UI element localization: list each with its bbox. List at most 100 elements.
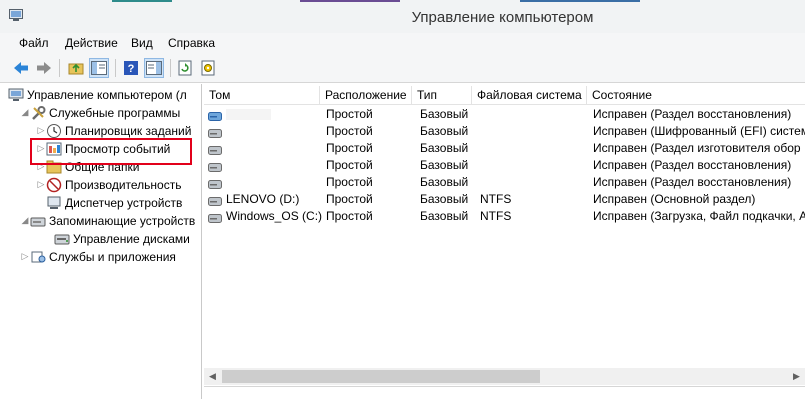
tree-item-label: Управление дисками (73, 231, 190, 246)
cell-layout: Простой (326, 192, 373, 206)
tree-item-storage[interactable]: ◢ Запоминающие устройств (20, 212, 196, 229)
cell-fs: NTFS (480, 209, 512, 223)
table-row[interactable]: LENOVO (D:) Простой Базовый NTFS Исправен (О… (204, 191, 805, 208)
column-header-status[interactable]: Состояние (587, 86, 805, 104)
tree-root[interactable]: Управление компьютером (л (8, 86, 187, 103)
expand-arrow-icon[interactable]: ▷ (20, 251, 30, 262)
services-icon (30, 249, 46, 265)
title-strip (112, 0, 172, 2)
refresh-button[interactable] (175, 58, 195, 78)
menu-view[interactable]: Вид (131, 36, 153, 50)
forward-arrow-icon (37, 62, 51, 74)
table-row[interactable]: Простой Базовый Исправен (Шифрованный (EFI… (204, 123, 805, 140)
tree-item-label: Запоминающие устройств (49, 213, 196, 228)
window-title: Управление компьютером (411, 9, 594, 26)
forward-button[interactable] (34, 58, 54, 78)
toolbar-separator (115, 59, 116, 77)
column-header-filesystem[interactable]: Файловая система (472, 86, 587, 104)
disk-management-icon (54, 231, 70, 247)
horizontal-scrollbar[interactable]: ◀ ▶ (204, 368, 805, 385)
cell-status: Исправен (Раздел изготовителя обор (593, 141, 801, 155)
cell-status: Исправен (Раздел восстановления) (593, 107, 792, 121)
column-header-layout[interactable]: Расположение (320, 86, 412, 104)
graphical-view-edge (204, 386, 805, 400)
volume-disk-icon (208, 144, 222, 155)
tree-item-label: Служебные программы (49, 105, 181, 120)
console-tree-icon (91, 61, 107, 75)
cell-layout: Простой (326, 209, 373, 223)
cell-volume (226, 123, 322, 140)
table-row[interactable]: Простой Базовый Исправен (Раздел изготовит… (204, 140, 805, 157)
menu-bar: Файл Действие Вид Справка (0, 33, 805, 55)
volume-disk-icon (208, 178, 222, 189)
cell-fs: NTFS (480, 192, 512, 206)
tree-item-label: Планировщик заданий (65, 123, 192, 138)
folder-up-icon (68, 63, 84, 75)
cell-volume (226, 157, 322, 174)
scrollbar-thumb[interactable] (222, 370, 540, 383)
cell-layout: Простой (326, 107, 373, 121)
title-strip (300, 0, 400, 2)
table-row[interactable]: Простой Базовый Исправен (Раздел восстанов… (204, 174, 805, 191)
scroll-right-icon[interactable]: ▶ (788, 368, 805, 385)
toolbar: ? (0, 54, 805, 83)
cell-type: Базовый (420, 107, 469, 121)
cell-volume (226, 140, 322, 157)
cell-type: Базовый (420, 175, 469, 189)
cell-type: Базовый (420, 141, 469, 155)
cell-type: Базовый (420, 209, 469, 223)
help-icon: ? (124, 61, 138, 75)
cell-status: Исправен (Раздел восстановления) (593, 175, 792, 189)
volume-disk-icon (208, 127, 222, 138)
up-level-button[interactable] (66, 58, 86, 78)
cell-fs (480, 174, 589, 191)
cell-status: Исправен (Загрузка, Файл подкачки, А (593, 209, 805, 223)
cell-fs (480, 106, 589, 123)
collapse-arrow-icon[interactable]: ◢ (20, 107, 30, 118)
tree-item-label: Диспетчер устройств (65, 195, 183, 210)
device-manager-icon (46, 195, 62, 211)
menu-file[interactable]: Файл (19, 36, 49, 50)
cell-volume (226, 106, 322, 123)
table-row[interactable]: Простой Базовый Исправен (Раздел восстанов… (204, 157, 805, 174)
cell-fs (480, 157, 589, 174)
tree-item-device-manager[interactable]: Диспетчер устройств (46, 194, 182, 211)
collapse-arrow-icon[interactable]: ◢ (20, 215, 30, 226)
column-header-type[interactable]: Тип (412, 86, 472, 104)
clock-icon (46, 123, 62, 139)
cell-layout: Простой (326, 124, 373, 138)
table-row[interactable]: Простой Базовый Исправен (Раздел восстанов… (204, 106, 805, 123)
expand-arrow-icon[interactable]: ▷ (36, 125, 46, 136)
computer-management-icon (8, 87, 24, 103)
tree-item-utilities[interactable]: ◢ Служебные программы (20, 104, 180, 121)
tree-item-performance[interactable]: ▷ Производительность (36, 176, 181, 193)
show-action-pane-button[interactable] (144, 58, 164, 78)
cell-fs (480, 123, 589, 140)
performance-icon (46, 177, 62, 193)
back-button[interactable] (11, 58, 31, 78)
expand-arrow-icon[interactable]: ▷ (36, 179, 46, 190)
help-button[interactable]: ? (121, 58, 141, 78)
cell-layout: Простой (326, 141, 373, 155)
scroll-left-icon[interactable]: ◀ (204, 368, 221, 385)
column-header-volume[interactable]: Том (204, 86, 320, 104)
table-row[interactable]: Windows_OS (C:) Простой Базовый NTFS Исправе… (204, 208, 805, 225)
cell-status: Исправен (Раздел восстановления) (593, 158, 792, 172)
cell-volume: Windows_OS (C:) (226, 209, 322, 223)
volume-disk-icon (208, 110, 222, 121)
column-headers: Том Расположение Тип Файловая система Со… (204, 86, 805, 105)
menu-help[interactable]: Справка (168, 36, 215, 50)
tree-item-services[interactable]: ▷ Службы и приложения (20, 248, 176, 265)
volume-disk-icon (208, 161, 222, 172)
tree-item-disk-management[interactable]: Управление дисками (54, 230, 190, 247)
properties-button[interactable] (198, 58, 218, 78)
refresh-icon (178, 60, 192, 76)
menu-action[interactable]: Действие (65, 36, 118, 50)
cell-status: Исправен (Основной раздел) (593, 192, 756, 206)
tree-item-label: Службы и приложения (49, 249, 176, 264)
cell-status: Исправен (Шифрованный (EFI) систем (593, 124, 805, 138)
volume-list: Том Расположение Тип Файловая система Со… (204, 84, 805, 399)
tree-item-task-scheduler[interactable]: ▷ Планировщик заданий (36, 122, 191, 139)
tree-root-label: Управление компьютером (л (27, 87, 187, 102)
show-tree-button[interactable] (89, 58, 109, 78)
